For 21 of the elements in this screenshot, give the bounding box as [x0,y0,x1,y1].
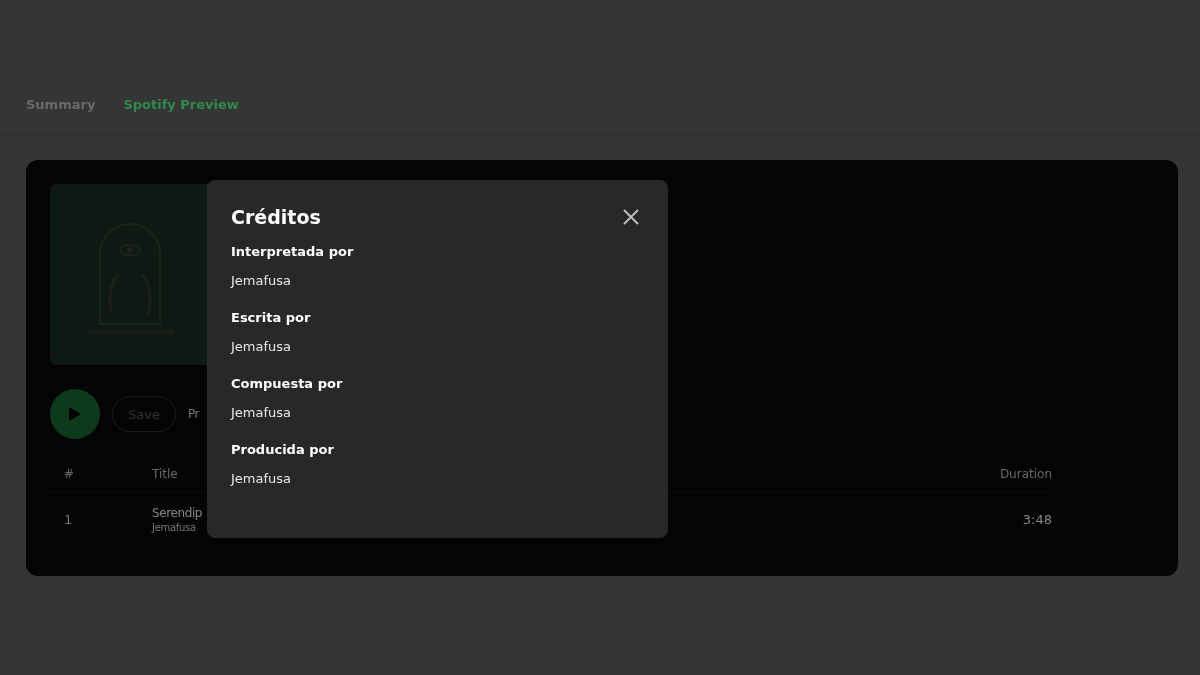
dialog-title: Créditos [231,206,321,228]
credit-name: Jemafusa [231,339,293,354]
credit-heading: Producida por [231,442,335,457]
credit-heading: Compuesta por [231,376,344,391]
track-number: 1 [64,512,74,527]
control-label: Pr [187,407,199,421]
credit-heading: Interpretada por [231,244,355,259]
track-artist: Jemafusa [152,522,196,533]
play-icon [69,407,81,421]
credit-name: Jemafusa [231,471,293,486]
credit-name: Jemafusa [231,405,293,420]
close-button[interactable] [621,207,641,227]
tab[interactable]: Spotify Preview [123,97,239,127]
track-title: Serendip [152,506,203,520]
close-icon [621,207,641,227]
credit-heading: Escrita por [231,310,312,325]
column-header: Title [152,467,178,481]
credit-name: Jemafusa [231,273,293,288]
column-header: # [64,467,75,481]
track-duration: 3:48 [1021,512,1052,527]
column-header: Duration [999,467,1052,481]
